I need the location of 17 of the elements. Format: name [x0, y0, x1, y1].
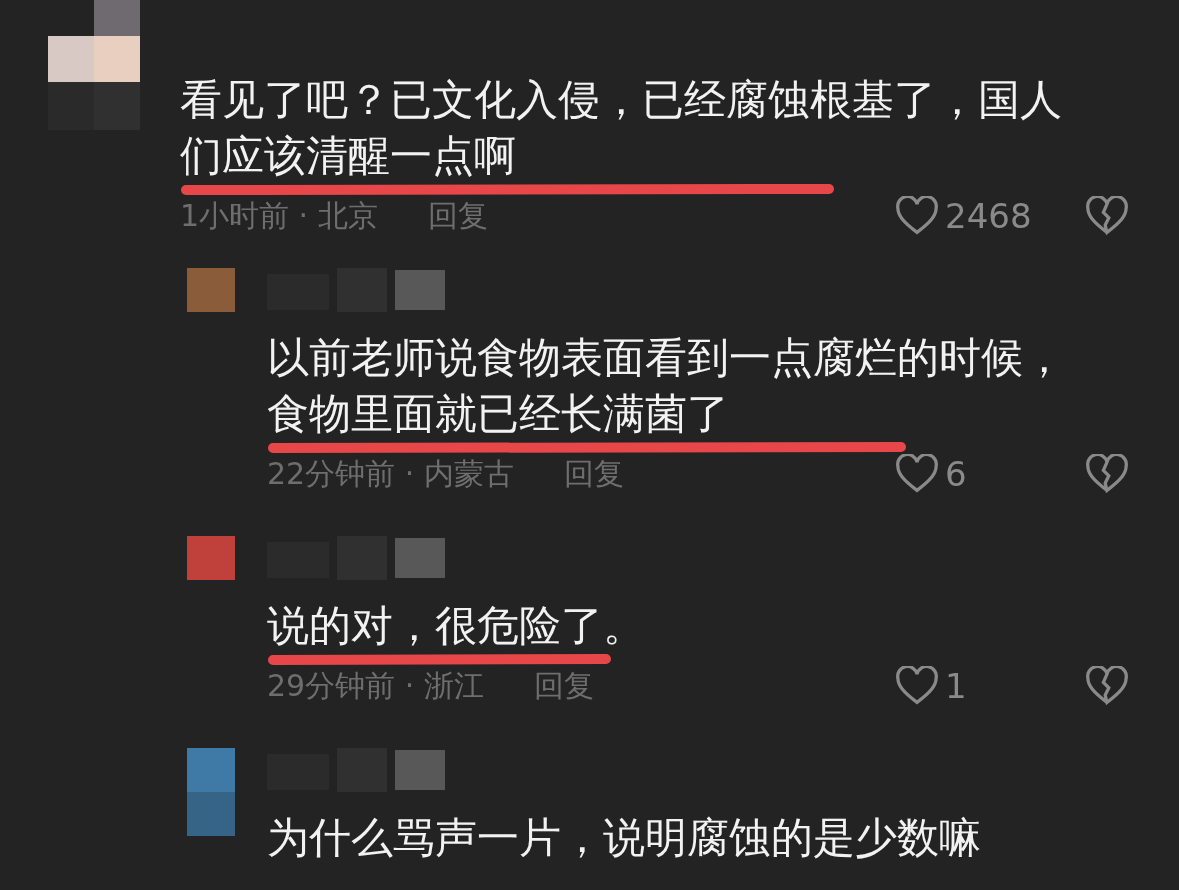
- heart-icon[interactable]: [895, 196, 939, 236]
- comment-time: 1小时前 · 北京: [180, 196, 378, 235]
- blurred-avatar[interactable]: [48, 0, 140, 130]
- comment-text: 为什么骂声一片，说明腐蚀的是少数嘛: [267, 812, 982, 864]
- comment-time: 29分钟前 · 浙江: [267, 666, 484, 705]
- comment-text: 说的对，很危险了。: [267, 600, 646, 652]
- heart-icon[interactable]: [895, 454, 939, 494]
- like-count: 1: [945, 666, 967, 706]
- reply-link[interactable]: 回复: [563, 453, 624, 495]
- comment-text: 以前老师说食物表面看到一点腐烂的时候，食物里面就已经长满菌了: [267, 332, 1066, 440]
- reply-link[interactable]: 回复: [427, 195, 488, 237]
- like-count: 6: [945, 454, 967, 494]
- comment-text: 看见了吧？已文化入侵，已经腐蚀根基了，国人们应该清醒一点啊: [180, 74, 1063, 182]
- heart-icon[interactable]: [895, 666, 939, 706]
- reply-link[interactable]: 回复: [533, 665, 594, 707]
- like-count: 2468: [945, 196, 1032, 236]
- comment-time: 22分钟前 · 内蒙古: [267, 454, 514, 493]
